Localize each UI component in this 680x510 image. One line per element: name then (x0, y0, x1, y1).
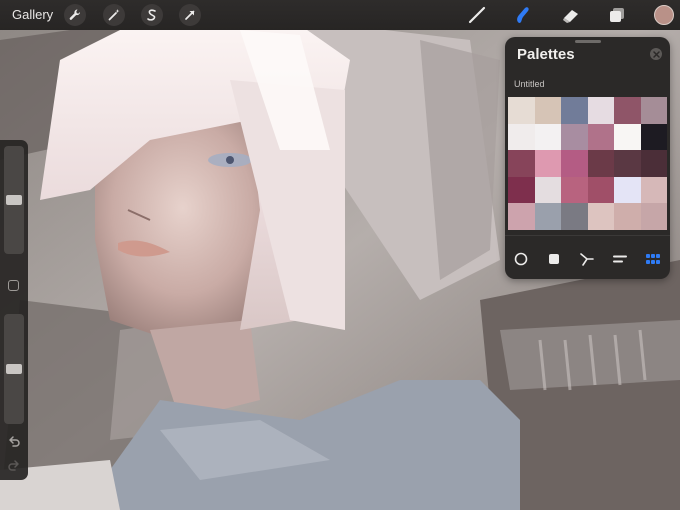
actions-button[interactable] (64, 4, 86, 26)
current-color-button[interactable] (654, 5, 674, 25)
color-mode-bar (505, 249, 670, 269)
panel-divider (505, 235, 670, 236)
disc-icon (514, 252, 528, 266)
palette-swatch[interactable] (587, 150, 614, 177)
palettes-panel: Palettes Untitled (505, 37, 670, 279)
palette-swatch[interactable] (534, 97, 561, 124)
classic-icon (549, 254, 559, 264)
palette-swatch[interactable] (534, 150, 561, 177)
mode-disc[interactable] (512, 250, 530, 268)
palette-swatch[interactable] (640, 203, 667, 230)
panel-close-button[interactable] (650, 48, 662, 60)
palette-swatch[interactable] (508, 176, 535, 204)
palette-swatch[interactable] (614, 123, 641, 151)
layers-button[interactable] (606, 5, 628, 25)
opacity-slider[interactable] (4, 314, 24, 424)
mode-harmony[interactable] (578, 250, 596, 268)
selection-button[interactable] (141, 4, 163, 26)
modify-button[interactable] (8, 280, 19, 291)
palette-swatch[interactable] (587, 123, 614, 151)
palette-swatch[interactable] (561, 123, 588, 151)
panel-grabber[interactable] (575, 40, 601, 43)
smudge-icon (517, 7, 529, 23)
smudge-tool[interactable] (511, 5, 533, 25)
palette-name[interactable]: Untitled (514, 79, 545, 89)
close-icon (652, 50, 660, 58)
swatch-grid (508, 97, 667, 230)
mode-value[interactable] (611, 250, 629, 268)
palette-swatch[interactable] (587, 176, 614, 204)
palette-swatch[interactable] (587, 203, 614, 230)
palette-swatch[interactable] (508, 97, 535, 124)
panel-title: Palettes (517, 46, 575, 63)
palette-swatch[interactable] (561, 176, 588, 204)
palettes-grid-icon (646, 254, 660, 264)
palette-swatch[interactable] (640, 176, 667, 204)
opacity-thumb[interactable] (6, 364, 22, 374)
palette-swatch[interactable] (534, 176, 561, 204)
adjustments-button[interactable] (103, 4, 125, 26)
eraser-icon (563, 10, 578, 23)
palette-swatch[interactable] (640, 97, 667, 124)
palette-swatch[interactable] (561, 203, 588, 230)
palette-swatch[interactable] (561, 97, 588, 124)
palette-swatch[interactable] (614, 150, 641, 177)
palette-swatch[interactable] (561, 150, 588, 177)
gallery-button[interactable]: Gallery (12, 7, 53, 22)
redo-icon[interactable] (7, 458, 21, 472)
mode-classic[interactable] (545, 250, 563, 268)
eraser-tool[interactable] (560, 5, 582, 25)
palette-swatch[interactable] (508, 203, 535, 230)
harmony-icon (580, 253, 594, 266)
top-toolbar: Gallery (0, 0, 680, 30)
wrench-icon (69, 9, 81, 20)
palette-swatch[interactable] (534, 123, 561, 151)
selection-icon (147, 9, 156, 21)
mode-palettes[interactable] (644, 250, 662, 268)
palette-swatch[interactable] (640, 123, 667, 151)
palette-swatch[interactable] (614, 97, 641, 124)
undo-icon[interactable] (7, 434, 21, 448)
left-sidebar (0, 140, 28, 480)
palette-swatch[interactable] (614, 176, 641, 204)
palette-swatch[interactable] (640, 150, 667, 177)
transform-arrow-icon (185, 10, 195, 20)
palette-swatch[interactable] (587, 97, 614, 124)
palette-swatch[interactable] (508, 150, 535, 177)
transform-button[interactable] (179, 4, 201, 26)
brush-size-thumb[interactable] (6, 195, 22, 205)
brush-tool[interactable] (466, 5, 488, 25)
palette-swatch[interactable] (508, 123, 535, 151)
brush-icon (468, 6, 486, 24)
brush-size-slider[interactable] (4, 146, 24, 254)
value-icon (613, 255, 627, 263)
palette-swatch[interactable] (614, 203, 641, 230)
palette-swatch[interactable] (534, 203, 561, 230)
magic-wand-icon (108, 9, 120, 21)
layers-icon (610, 8, 624, 22)
